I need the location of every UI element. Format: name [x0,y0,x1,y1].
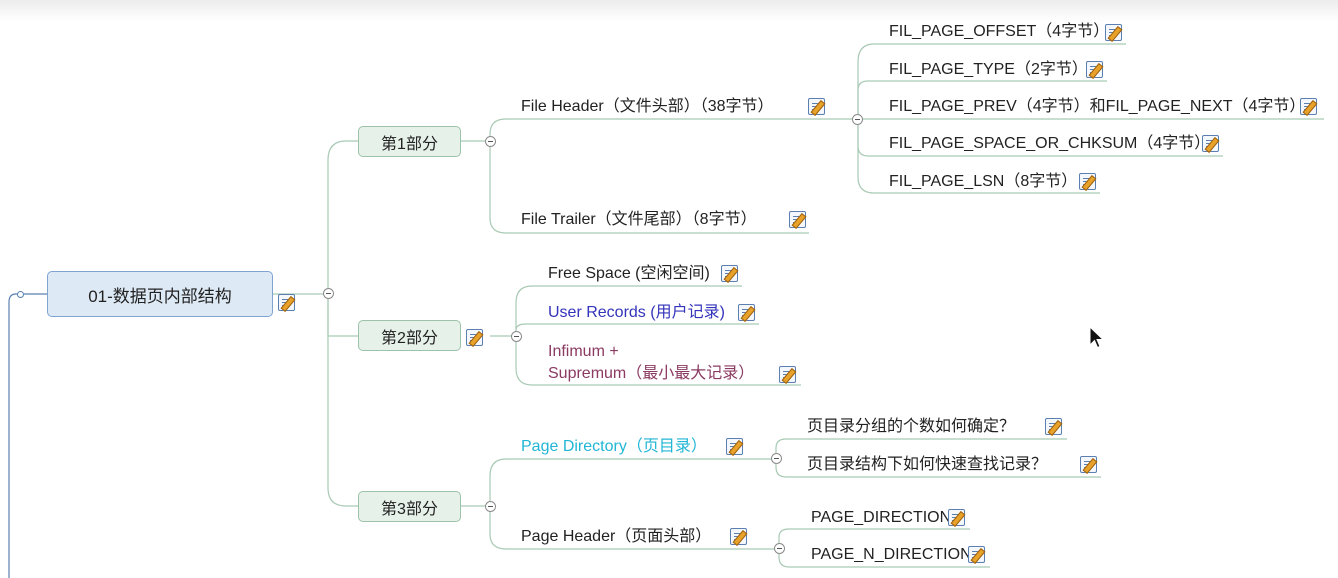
topic-free-space[interactable]: Free Space (空闲空间) [548,264,710,284]
topic-file-trailer[interactable]: File Trailer（文件尾部）（8字节） [521,210,757,230]
collapse-toggle-part2[interactable] [511,331,522,342]
note-icon[interactable] [1080,456,1097,473]
note-icon[interactable] [779,366,796,383]
topic-fil-page-type[interactable]: FIL_PAGE_TYPE（2字节） [889,60,1088,80]
collapse-toggle-part1[interactable] [485,136,496,147]
root-connector-dot [17,291,24,298]
collapse-toggle-page-header[interactable] [774,543,785,554]
note-icon[interactable] [738,304,755,321]
note-icon[interactable] [968,546,985,563]
topic-label: Page Header（页面头部） [521,528,712,545]
topic-part2[interactable]: 第2部分 [358,320,461,351]
note-icon[interactable] [1105,24,1122,41]
topic-page-header[interactable]: Page Header（页面头部） [521,527,711,547]
topic-file-trailer-label: File Trailer（文件尾部）（8字节） [521,211,757,228]
collapse-toggle-part3[interactable] [485,501,496,512]
note-icon[interactable] [1202,135,1219,152]
topic-label: FIL_PAGE_TYPE（2字节） [889,61,1088,78]
collapse-toggle-file-header[interactable] [852,114,863,125]
note-icon[interactable] [466,329,483,346]
topic-label: FIL_PAGE_LSN（8字节） [889,173,1078,190]
topic-label: Page Directory（页目录） [521,438,707,455]
root-topic[interactable]: 01-数据页内部结构 [47,271,273,317]
note-icon[interactable] [278,294,295,311]
note-icon[interactable] [948,509,965,526]
topic-part3-label: 第3部分 [381,500,438,518]
topic-fil-page-offset[interactable]: FIL_PAGE_OFFSET（4字节） [889,22,1109,42]
note-icon[interactable] [721,265,738,282]
topic-page-direction[interactable]: PAGE_DIRECTION [811,508,951,528]
note-icon[interactable] [1079,173,1096,190]
topic-file-header-label: File Header（文件头部）（38字节） [521,98,774,115]
collapse-toggle-root[interactable] [323,288,334,299]
topic-fil-page-prev-next[interactable]: FIL_PAGE_PREV（4字节）和FIL_PAGE_NEXT（4字节） [889,97,1305,117]
topic-fil-page-lsn[interactable]: FIL_PAGE_LSN（8字节） [889,172,1077,192]
topic-label: FIL_PAGE_OFFSET（4字节） [889,23,1110,40]
topic-label: 页目录结构下如何快速查找记录？ [807,456,1048,473]
topic-fast-lookup[interactable]: 页目录结构下如何快速查找记录？ [807,455,1047,475]
topic-infimum-supremum[interactable]: Infimum + Supremum（最小最大记录） [548,342,754,384]
topic-part1-label: 第1部分 [381,135,438,153]
note-icon[interactable] [808,98,825,115]
topic-group-count[interactable]: 页目录分组的个数如何确定？ [807,417,1015,437]
topic-page-directory[interactable]: Page Directory（页目录） [521,437,707,457]
note-icon[interactable] [1300,98,1317,115]
note-icon[interactable] [726,438,743,455]
collapse-toggle-page-directory[interactable] [771,453,782,464]
topic-fil-page-space-or-chksum[interactable]: FIL_PAGE_SPACE_OR_CHKSUM（4字节） [889,134,1210,154]
topic-label: PAGE_N_DIRECTION [811,546,972,563]
topic-label: FIL_PAGE_SPACE_OR_CHKSUM（4字节） [889,135,1211,152]
topic-part3[interactable]: 第3部分 [358,491,461,522]
topic-part2-label: 第2部分 [381,329,438,347]
topic-label-line1: Infimum + [548,343,619,360]
mouse-cursor-icon [1089,326,1105,349]
topic-label: Free Space (空闲空间) [548,265,710,282]
topic-label: 页目录分组的个数如何确定？ [807,418,1016,435]
note-icon[interactable] [789,211,806,228]
note-icon[interactable] [1086,61,1103,78]
topic-page-n-direction[interactable]: PAGE_N_DIRECTION [811,545,972,565]
topic-part1[interactable]: 第1部分 [358,126,461,157]
topic-file-header[interactable]: File Header（文件头部）（38字节） [521,97,774,117]
topic-user-records[interactable]: User Records (用户记录) [548,303,725,323]
note-icon[interactable] [730,528,747,545]
topic-label-line2: Supremum（最小最大记录） [548,365,755,382]
root-topic-label: 01-数据页内部结构 [88,286,232,306]
topic-label: PAGE_DIRECTION [811,509,952,526]
topic-label: User Records (用户记录) [548,304,725,321]
note-icon[interactable] [1045,418,1062,435]
topic-label: FIL_PAGE_PREV（4字节）和FIL_PAGE_NEXT（4字节） [889,98,1306,115]
